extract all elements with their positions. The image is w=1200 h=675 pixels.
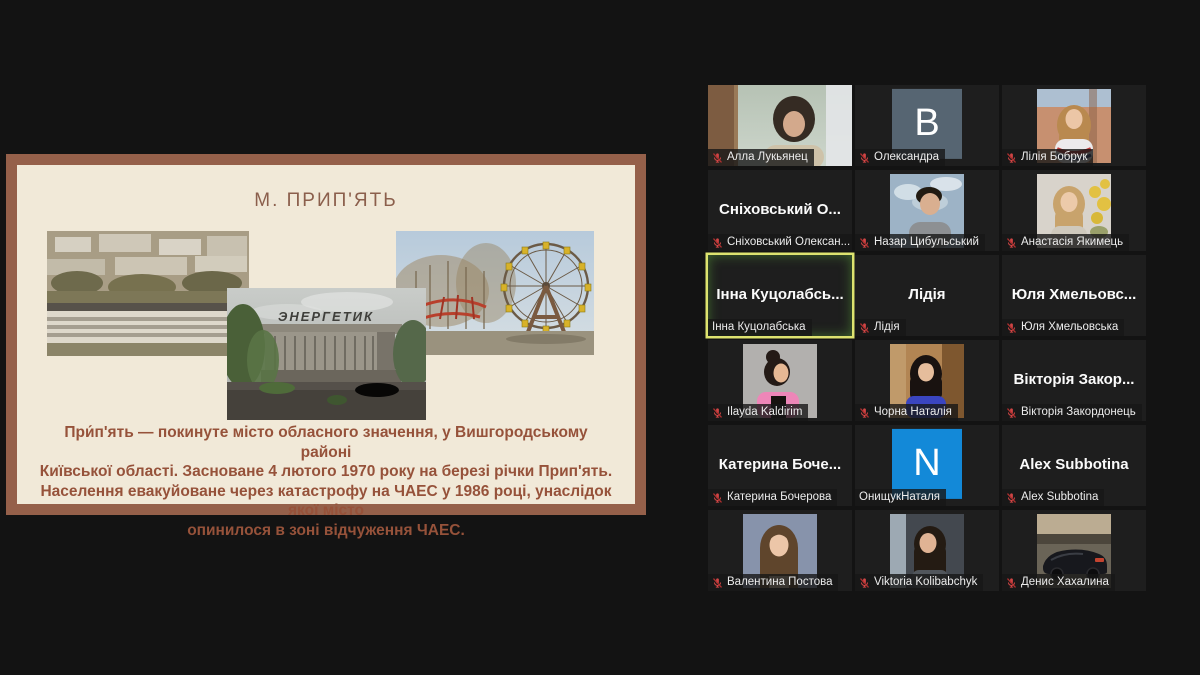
participant-name-label: ОнищукНаталя — [855, 489, 946, 506]
participant-tile[interactable]: Чорна Наталія — [855, 340, 999, 421]
participant-tile[interactable]: Лідія Лідія — [855, 255, 999, 336]
participant-name-label: Юля Хмельовська — [1002, 319, 1124, 336]
participant-tile[interactable]: Денис Хахалина — [1002, 510, 1146, 591]
participant-tile[interactable]: Юля Хмельовс... Юля Хмельовська — [1002, 255, 1146, 336]
muted-mic-icon — [712, 577, 723, 589]
participant-name-label: Alex Subbotina — [1002, 489, 1104, 506]
participant-display-name: Лідія — [859, 286, 995, 303]
participant-name-label: Назар Цибульський — [855, 234, 985, 251]
muted-mic-icon — [1006, 237, 1017, 249]
energetik-rooftop-sign: ЭНЕРГЕТИК — [278, 309, 374, 324]
participant-display-name: Інна Куцолабсь... — [712, 286, 848, 303]
slide-photo-energetik-building: ЭНЕРГЕТИК — [227, 288, 426, 420]
shared-screen-slide: М. ПРИП'ЯТЬ — [6, 154, 646, 515]
participant-name-label: Лілія Бобрук — [1002, 149, 1093, 166]
participants-grid: Алла Лукьянец B Олександра — [708, 85, 1146, 591]
participant-name-label: Лідія — [855, 319, 906, 336]
participant-name-label: Денис Хахалина — [1002, 574, 1115, 591]
participant-display-name: Alex Subbotina — [1006, 456, 1142, 473]
muted-mic-icon — [712, 152, 723, 164]
participant-tile[interactable]: Viktoria Kolibabchyk — [855, 510, 999, 591]
participant-name-label: Чорна Наталія — [855, 404, 958, 421]
participant-display-name: Катерина Боче... — [712, 456, 848, 473]
muted-mic-icon — [712, 407, 723, 419]
participant-display-name: Вікторія Закор... — [1006, 371, 1142, 388]
participant-name-label: Ilayda Kaldirim — [708, 404, 808, 421]
participant-tile[interactable]: Алла Лукьянец — [708, 85, 852, 166]
participant-tile[interactable]: Alex Subbotina Alex Subbotina — [1002, 425, 1146, 506]
participant-tile[interactable]: Назар Цибульський — [855, 170, 999, 251]
muted-mic-icon — [712, 237, 723, 249]
participant-display-name: Сніховський О... — [712, 201, 848, 218]
muted-mic-icon — [859, 577, 870, 589]
muted-mic-icon — [1006, 492, 1017, 504]
participant-name-label: Viktoria Kolibabchyk — [855, 574, 983, 591]
participant-tile[interactable]: Лілія Бобрук — [1002, 85, 1146, 166]
participant-tile[interactable]: Сніховський О... Сніховський Олексан... — [708, 170, 852, 251]
muted-mic-icon — [1006, 322, 1017, 334]
participant-name-label: Олександра — [855, 149, 945, 166]
muted-mic-icon — [859, 152, 870, 164]
participant-tile[interactable]: Валентина Постова — [708, 510, 852, 591]
participant-tile[interactable]: N ОнищукНаталя — [855, 425, 999, 506]
participant-tile[interactable]: Вікторія Закор... Вікторія Закордонець — [1002, 340, 1146, 421]
participant-display-name: Юля Хмельовс... — [1006, 286, 1142, 303]
participant-name-label: Анастасія Якимець — [1002, 234, 1129, 251]
participant-name-label: Валентина Постова — [708, 574, 838, 591]
participant-name-label: Катерина Бочерова — [708, 489, 837, 506]
participant-tile[interactable]: Анастасія Якимець — [1002, 170, 1146, 251]
slide-photo-aerial-view — [47, 231, 249, 356]
participant-tile[interactable]: Ilayda Kaldirim — [708, 340, 852, 421]
participant-name-label: Інна Куцолабська — [708, 319, 812, 336]
muted-mic-icon — [859, 237, 870, 249]
muted-mic-icon — [1006, 577, 1017, 589]
participant-tile[interactable]: Катерина Боче... Катерина Бочерова — [708, 425, 852, 506]
muted-mic-icon — [859, 322, 870, 334]
meeting-window: М. ПРИП'ЯТЬ — [0, 0, 1200, 675]
avatar-initial: N — [892, 428, 962, 498]
participant-tile[interactable]: B Олександра — [855, 85, 999, 166]
slide-title: М. ПРИП'ЯТЬ — [17, 190, 635, 212]
participant-name-label: Алла Лукьянец — [708, 149, 814, 166]
participant-tile-active-speaker[interactable]: Інна Куцолабсь... Інна Куцолабська — [708, 255, 852, 336]
muted-mic-icon — [712, 492, 723, 504]
muted-mic-icon — [1006, 407, 1017, 419]
avatar-initial: B — [892, 88, 962, 158]
muted-mic-icon — [1006, 152, 1017, 164]
muted-mic-icon — [859, 407, 870, 419]
participant-name-label: Сніховський Олексан... — [708, 234, 852, 251]
participant-name-label: Вікторія Закордонець — [1002, 404, 1142, 421]
slide-body-text: При́п'ять — покинуте місто обласного зна… — [39, 423, 613, 540]
